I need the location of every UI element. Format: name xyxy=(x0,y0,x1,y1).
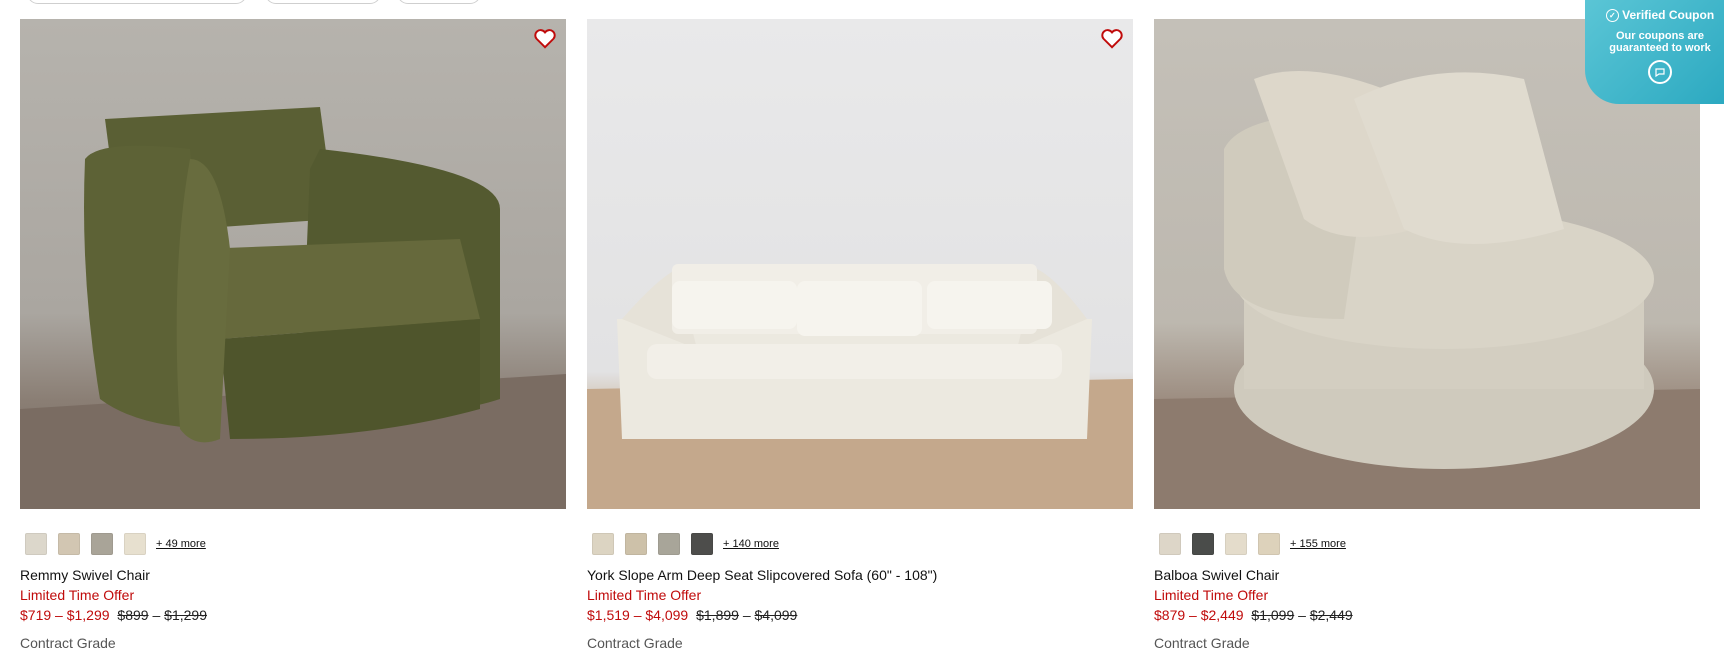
swatch[interactable] xyxy=(1192,533,1214,555)
original-price-low: $1,899 xyxy=(696,607,739,623)
swatch[interactable] xyxy=(124,533,146,555)
product-image[interactable] xyxy=(587,19,1133,509)
offer-label: Limited Time Offer xyxy=(1154,587,1269,603)
grade-label: Contract Grade xyxy=(20,635,116,651)
sale-price: $879 – $2,449 xyxy=(1154,607,1244,623)
favorite-heart-icon[interactable] xyxy=(532,25,558,51)
product-card-remmy[interactable]: + 49 more Remmy Swivel Chair Limited Tim… xyxy=(20,19,566,651)
sofa-illustration xyxy=(587,264,1133,509)
product-name[interactable]: York Slope Arm Deep Seat Slipcovered Sof… xyxy=(587,567,937,583)
check-circle-icon: ✓ xyxy=(1605,9,1619,23)
sale-price: $719 – $1,299 xyxy=(20,607,110,623)
chat-bubble-icon[interactable] xyxy=(1648,60,1672,85)
color-swatches: + 49 more xyxy=(25,533,206,555)
original-price-high: $4,099 xyxy=(754,607,798,623)
grade-label: Contract Grade xyxy=(1154,635,1250,651)
price-row: $1,519 – $4,099 $1,899 – $4,099 xyxy=(587,607,797,623)
original-price-low: $1,099 xyxy=(1251,607,1295,623)
more-swatches-link[interactable]: + 49 more xyxy=(156,538,206,550)
chair-illustration xyxy=(20,107,566,509)
offer-label: Limited Time Offer xyxy=(20,587,135,603)
filter-pill-2[interactable] xyxy=(265,0,381,4)
swatch[interactable] xyxy=(1258,533,1280,555)
offer-label: Limited Time Offer xyxy=(587,587,702,603)
swatch[interactable] xyxy=(691,533,713,555)
swatch[interactable] xyxy=(1225,533,1247,555)
more-swatches-link[interactable]: + 140 more xyxy=(723,538,779,550)
price-row: $879 – $2,449 $1,099 – $2,449 xyxy=(1154,607,1353,623)
original-price-low: $899 xyxy=(117,607,149,623)
product-card-york[interactable]: + 140 more York Slope Arm Deep Seat Slip… xyxy=(587,19,1133,651)
price-row: $719 – $1,299 $899 – $1,299 xyxy=(20,607,207,623)
swatch[interactable] xyxy=(58,533,80,555)
price-separator: – xyxy=(1298,607,1306,623)
price-separator: – xyxy=(742,607,751,623)
favorite-heart-icon[interactable] xyxy=(1099,25,1125,51)
color-swatches: + 140 more xyxy=(592,533,779,555)
original-price-high: $1,299 xyxy=(164,607,207,623)
grade-label: Contract Grade xyxy=(587,635,683,651)
price-separator: – xyxy=(152,607,161,623)
filter-pill-1[interactable] xyxy=(27,0,247,4)
product-name[interactable]: Balboa Swivel Chair xyxy=(1154,567,1279,583)
filter-pill-3[interactable] xyxy=(397,0,481,4)
coupon-subtitle: Our coupons are guaranteed to work xyxy=(1609,30,1711,55)
swatch[interactable] xyxy=(1159,533,1181,555)
more-swatches-link[interactable]: + 155 more xyxy=(1290,538,1346,550)
color-swatches: + 155 more xyxy=(1159,533,1346,555)
product-name[interactable]: Remmy Swivel Chair xyxy=(20,567,150,583)
swatch[interactable] xyxy=(91,533,113,555)
swatch[interactable] xyxy=(592,533,614,555)
sale-price: $1,519 – $4,099 xyxy=(587,607,689,623)
verified-coupon-widget[interactable]: ✓ Verified Coupon Our coupons are guaran… xyxy=(1585,0,1724,104)
product-image[interactable] xyxy=(20,19,566,509)
swatch[interactable] xyxy=(625,533,647,555)
coupon-title: ✓ Verified Coupon xyxy=(1585,8,1724,23)
original-price-high: $2,449 xyxy=(1309,607,1353,623)
swatch[interactable] xyxy=(658,533,680,555)
swatch[interactable] xyxy=(25,533,47,555)
